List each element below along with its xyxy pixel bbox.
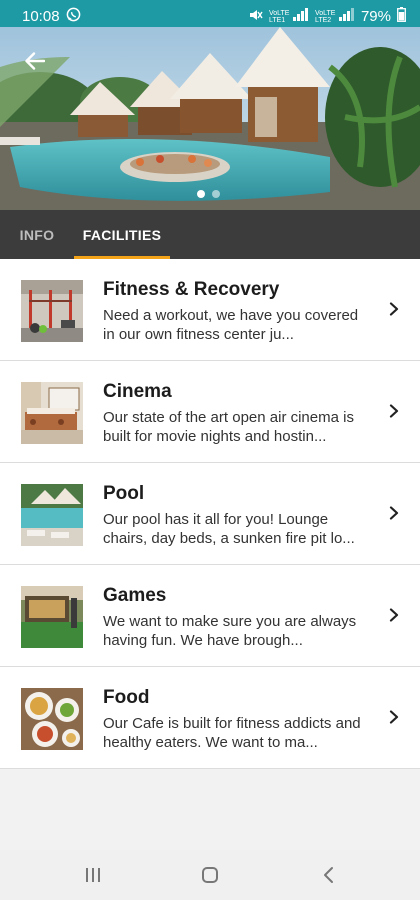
battery-icon <box>397 7 406 26</box>
facility-description: We want to make sure you are always havi… <box>103 613 357 649</box>
facility-item-pool[interactable]: Pool Our pool has it all for you! Lounge… <box>0 463 420 565</box>
battery-percent: 79% <box>360 8 391 25</box>
facility-thumb-food <box>21 688 83 750</box>
status-time: 10:08 <box>22 8 60 25</box>
chevron-right-icon <box>384 299 404 319</box>
chevron-right-icon <box>384 605 404 625</box>
facility-thumb-cinema <box>21 382 83 444</box>
facility-item-games[interactable]: Games We want to make sure you are alway… <box>0 565 420 667</box>
back-button[interactable] <box>18 48 52 74</box>
facility-title: Games <box>103 585 167 606</box>
facility-thumb-games <box>21 586 83 648</box>
carousel-indicator <box>197 190 220 198</box>
facility-thumb-pool <box>21 484 83 546</box>
facility-item-fitness[interactable]: Fitness & Recovery Need a workout, we ha… <box>0 259 420 361</box>
facility-title: Food <box>103 687 150 708</box>
recent-apps-icon <box>86 868 100 882</box>
back-icon <box>324 867 333 883</box>
facility-thumb-fitness <box>21 280 83 342</box>
hero-image <box>0 27 420 210</box>
mute-icon <box>249 8 263 26</box>
facility-item-food[interactable]: Food Our Cafe is built for fitness addic… <box>0 667 420 769</box>
facility-title: Fitness & Recovery <box>103 279 280 300</box>
system-back-button[interactable] <box>303 860 353 890</box>
facilities-list: Fitness & Recovery Need a workout, we ha… <box>0 259 420 769</box>
facility-description: Our Cafe is built for fitness addicts an… <box>103 715 361 751</box>
home-icon <box>202 867 218 883</box>
facility-item-cinema[interactable]: Cinema Our state of the art open air cin… <box>0 361 420 463</box>
facility-description: Need a workout, we have you covered in o… <box>103 307 359 343</box>
facility-description: Our pool has it all for you! Lounge chai… <box>103 511 355 547</box>
facility-title: Pool <box>103 483 145 504</box>
tab-bar: INFO FACILITIES <box>0 210 420 259</box>
volte-lte1-label: VoLTE LTE1 <box>268 9 290 24</box>
volte-lte2-signal-icon <box>338 8 355 25</box>
system-navigation-bar <box>0 850 420 900</box>
facility-title: Cinema <box>103 381 172 402</box>
facility-description: Our state of the art open air cinema is … <box>103 409 354 445</box>
whatsapp-icon <box>66 7 81 26</box>
recent-apps-button[interactable] <box>68 860 118 890</box>
chevron-right-icon <box>384 503 404 523</box>
arrow-left-icon <box>25 52 45 70</box>
tab-info[interactable]: INFO <box>14 210 60 259</box>
chevron-right-icon <box>384 707 404 727</box>
volte-lte1-signal-icon <box>292 8 309 25</box>
carousel-dot-2[interactable] <box>212 190 220 198</box>
chevron-right-icon <box>384 401 404 421</box>
carousel-dot-1[interactable] <box>197 190 205 198</box>
home-button[interactable] <box>185 860 235 890</box>
volte-lte2-label: VoLTE LTE2 <box>314 9 336 24</box>
tab-facilities[interactable]: FACILITIES <box>74 210 170 259</box>
